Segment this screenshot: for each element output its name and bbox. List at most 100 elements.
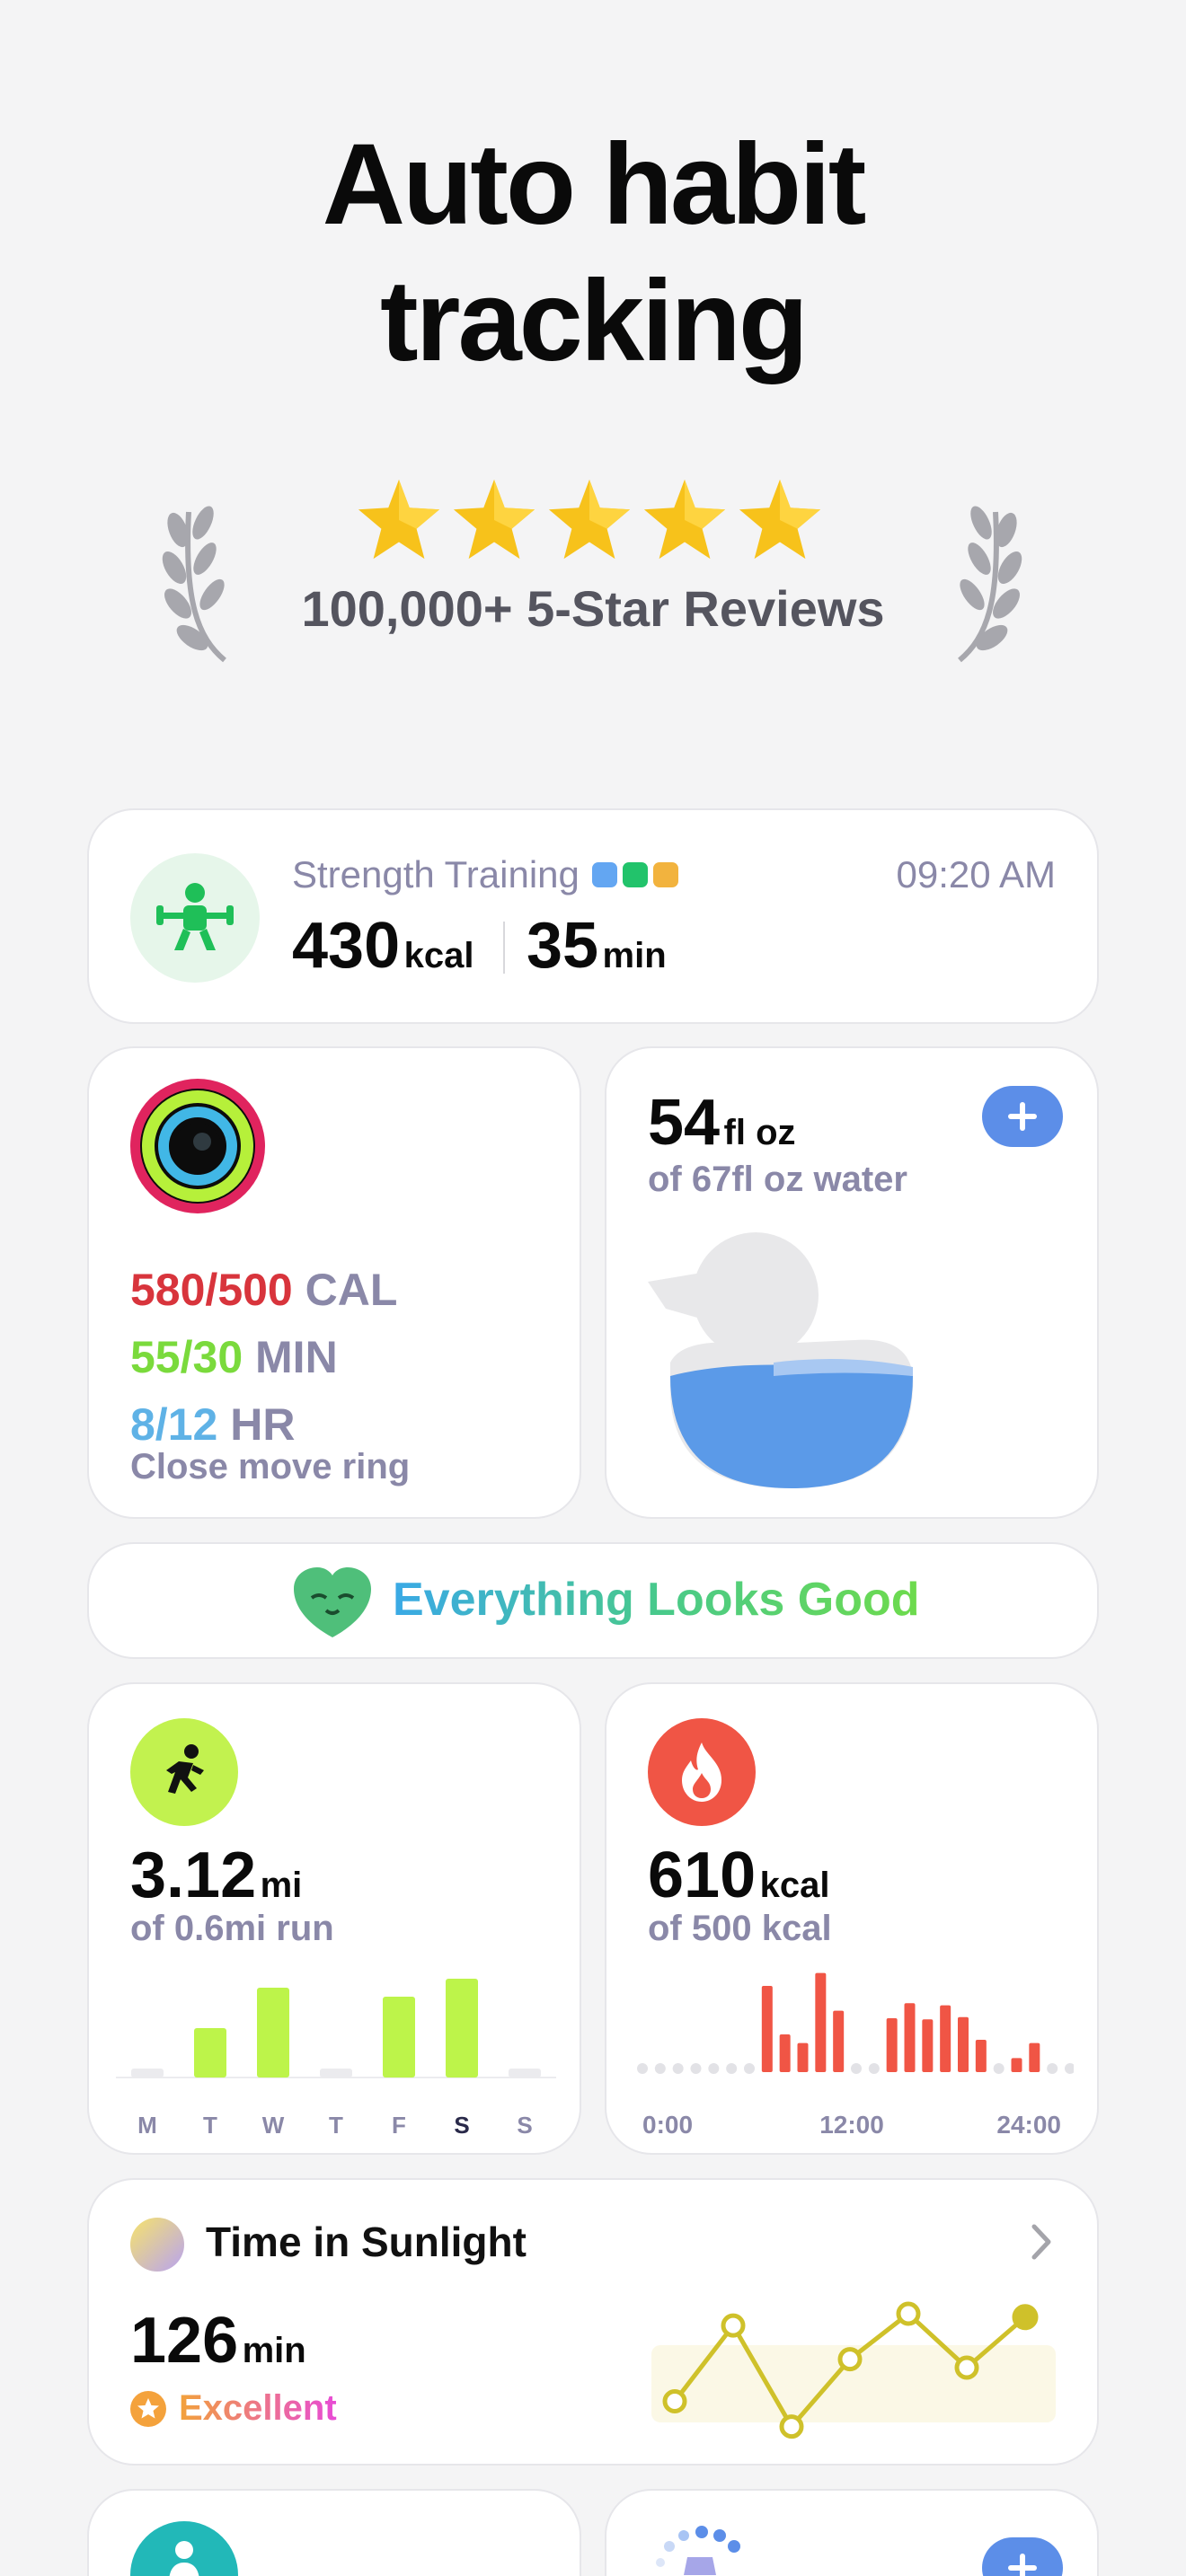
workout-min-value: 35: [527, 910, 599, 982]
run-bar: [194, 2028, 226, 2078]
burn-hourly-chart: 0:00 12:00 24:00: [637, 1972, 1074, 2139]
move-stat: 580/500 CAL: [130, 1264, 397, 1316]
day-label: S: [517, 2112, 532, 2139]
burn-empty-dot: [708, 2063, 720, 2074]
sunlight-rating: Excellent: [130, 2388, 337, 2429]
sunlight-card[interactable]: Time in Sunlight 126 min Excellent: [87, 2178, 1099, 2466]
burn-bar: [761, 1986, 773, 2072]
plus-icon: [1008, 2554, 1037, 2576]
burn-bar: [922, 2019, 934, 2072]
burn-empty-dot: [744, 2063, 755, 2074]
run-goal: of 0.6mi run: [130, 1909, 334, 1948]
activity-rings-icon: [130, 1079, 265, 1213]
next-tracker-card[interactable]: [605, 2489, 1099, 2576]
sunlight-title: Time in Sunlight: [206, 2219, 527, 2265]
move-value: 580/500: [130, 1265, 293, 1315]
source-dot: [653, 862, 678, 887]
source-dot: [592, 862, 617, 887]
move-label: CAL: [305, 1265, 398, 1315]
star-icon: [548, 479, 631, 560]
burn-bar: [1011, 2058, 1022, 2072]
exercise-stat: 55/30 MIN: [130, 1331, 338, 1383]
trend-point: [837, 2347, 863, 2372]
flame-icon: [648, 1718, 756, 1826]
burn-empty-dot: [1047, 2063, 1058, 2074]
burn-empty-dot: [672, 2063, 684, 2074]
status-banner[interactable]: Everything Looks Good: [87, 1542, 1099, 1659]
plus-icon: [1008, 1102, 1037, 1131]
burn-bar: [1029, 2042, 1040, 2072]
burn-bar: [975, 2040, 987, 2072]
burn-empty-dot: [1065, 2063, 1074, 2074]
sun-icon: [130, 2218, 184, 2272]
burn-empty-dot: [993, 2063, 1005, 2074]
sunlight-trend-chart: [651, 2301, 1056, 2439]
burn-empty-dot: [868, 2063, 880, 2074]
add-button[interactable]: [982, 2537, 1063, 2576]
add-water-button[interactable]: [982, 1086, 1063, 1147]
star-icon: [453, 479, 535, 560]
water-goal: of 67fl oz water: [648, 1160, 907, 1199]
workout-source-dots: [592, 862, 678, 887]
run-unit: mi: [260, 1866, 303, 1905]
burn-bar: [833, 2010, 845, 2072]
workout-kcal-unit: kcal: [403, 936, 474, 975]
burn-empty-dot: [726, 2063, 738, 2074]
time-label: 0:00: [642, 2111, 693, 2139]
chevron-right-icon[interactable]: [1029, 2221, 1056, 2263]
run-bar: [509, 2069, 541, 2078]
headline-line-1: Auto habit: [322, 120, 867, 249]
water-value: 54: [648, 1087, 721, 1159]
run-bar: [257, 1988, 289, 2078]
trend-point: [662, 2389, 687, 2413]
star-badge-icon: [130, 2390, 166, 2427]
calories-burned-card[interactable]: 610 kcal of 500 kcal 0:00 12:00 24:00: [605, 1682, 1099, 2155]
page-headline: Auto habit tracking: [0, 117, 1186, 390]
trend-point: [954, 2355, 979, 2380]
time-label: 12:00: [819, 2111, 884, 2139]
burn-empty-dot: [690, 2063, 702, 2074]
exercise-label: MIN: [255, 1332, 338, 1382]
reviews-badge: 100,000+ 5-Star Reviews: [0, 476, 1186, 663]
run-bar: [320, 2069, 352, 2078]
burn-bar: [815, 1972, 827, 2072]
run-weekly-chart: MTWTFSS: [116, 1979, 556, 2139]
burn-empty-dot: [637, 2063, 648, 2074]
water-card[interactable]: 54 fl oz of 67fl oz water: [605, 1046, 1099, 1519]
run-bar: [446, 1979, 478, 2078]
burn-goal: of 500 kcal: [648, 1909, 832, 1948]
workout-title: Strength Training: [292, 853, 580, 895]
day-label: F: [392, 2112, 406, 2139]
activity-rings-card[interactable]: 580/500 CAL 55/30 MIN 8/12 HR Close move…: [87, 1046, 581, 1519]
trend-point: [1012, 2304, 1039, 2331]
day-label: M: [137, 2112, 157, 2139]
trend-point: [721, 2313, 746, 2338]
headline-line-2: tracking: [380, 257, 809, 385]
running-icon: [130, 1718, 238, 1826]
mindfulness-card[interactable]: [87, 2489, 581, 2576]
burn-bar: [797, 2042, 809, 2072]
workout-kcal-value: 430: [292, 910, 401, 982]
star-rating: [355, 476, 831, 575]
sunlight-unit: min: [242, 2331, 306, 2370]
weightlifting-icon: [130, 853, 260, 983]
star-icon: [358, 479, 440, 560]
burn-bar: [904, 2003, 916, 2072]
run-value: 3.12: [130, 1839, 257, 1911]
activity-note: Close move ring: [130, 1447, 411, 1486]
trend-point: [779, 2414, 804, 2439]
star-icon: [739, 479, 821, 560]
sunlight-value: 126: [130, 2305, 239, 2377]
burn-bar: [940, 2005, 951, 2072]
run-distance: 3.12 mi: [130, 1839, 302, 1912]
run-card[interactable]: 3.12 mi of 0.6mi run M T W T F S S: [87, 1682, 581, 2155]
stand-stat: 8/12 HR: [130, 1398, 295, 1451]
burn-empty-dot: [654, 2063, 666, 2074]
sunlight-rating-label: Excellent: [179, 2388, 337, 2428]
workout-card[interactable]: Strength Training 09:20 AM 430 kcal 35 m…: [87, 808, 1099, 1024]
duck-water-level-icon: [648, 1232, 914, 1488]
run-bar: [383, 1997, 415, 2078]
exercise-value: 55/30: [130, 1332, 243, 1382]
water-amount: 54 fl oz: [648, 1086, 796, 1160]
workout-duration: 35 min: [527, 909, 667, 983]
